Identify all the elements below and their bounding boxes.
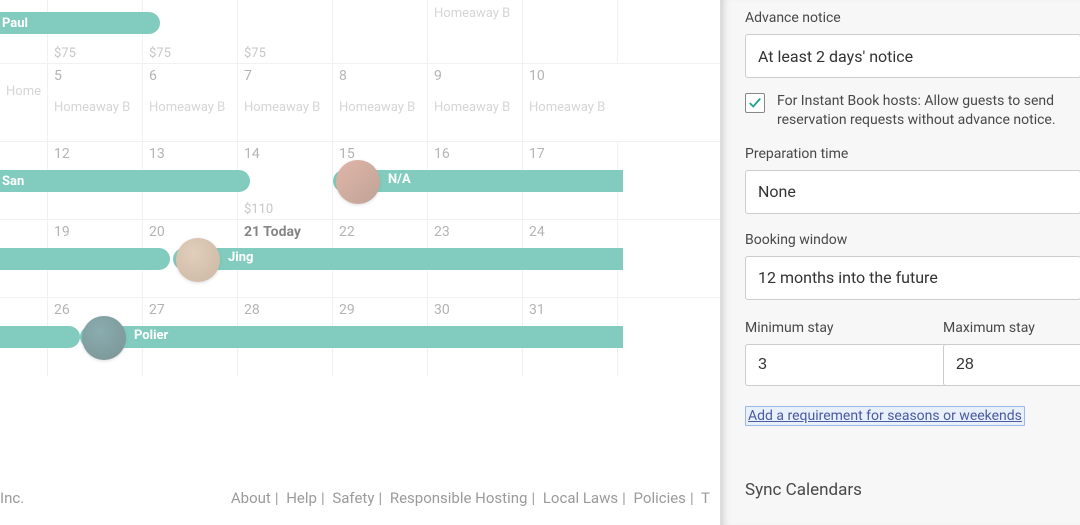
day-cell[interactable]: 5 Homeaway B bbox=[48, 64, 143, 141]
week-row-2: 12 13 14$110 15 16 17 San N/A bbox=[0, 142, 720, 220]
bar-label: Jing bbox=[228, 250, 253, 265]
day-cell[interactable]: 6 Homeaway B bbox=[143, 64, 238, 141]
day-number: 19 bbox=[54, 224, 70, 240]
instant-book-row: For Instant Book hosts: Allow guests to … bbox=[745, 92, 1080, 130]
homeaway-label: Homeaway B bbox=[6, 84, 41, 99]
booking-window-select[interactable]: 12 months into the future bbox=[745, 256, 1080, 300]
reservation-bar-left-2[interactable] bbox=[0, 326, 80, 348]
day-number: 6 bbox=[149, 68, 157, 84]
bar-label: Paul bbox=[2, 16, 28, 31]
day-number: 14 bbox=[244, 146, 260, 162]
advance-notice-select[interactable]: At least 2 days' notice bbox=[745, 34, 1080, 78]
prep-time-select[interactable]: None bbox=[745, 170, 1080, 214]
instant-book-text: For Instant Book hosts: Allow guests to … bbox=[777, 92, 1080, 130]
day-number: 16 bbox=[434, 146, 450, 162]
advance-notice-value: At least 2 days' notice bbox=[758, 47, 913, 66]
check-icon bbox=[748, 96, 762, 110]
footer-link-terms[interactable]: T bbox=[701, 489, 710, 507]
day-number: 27 bbox=[149, 302, 165, 318]
min-stay-label: Minimum stay bbox=[745, 320, 917, 336]
homeaway-label: Homeaway B bbox=[149, 100, 231, 115]
footer-links: About| Help| Safety| Responsible Hosting… bbox=[231, 489, 710, 507]
day-number: 26 bbox=[54, 302, 70, 318]
homeaway-label: Homeaway B bbox=[339, 100, 421, 115]
day-cell[interactable]: 9 Homeaway B bbox=[428, 64, 523, 141]
price: $75 bbox=[244, 46, 266, 61]
reservation-bar-san[interactable]: San bbox=[0, 170, 250, 192]
max-stay-label: Maximum stay bbox=[943, 320, 1080, 336]
add-requirement-link[interactable]: Add a requirement for seasons or weekend… bbox=[745, 406, 1025, 426]
price: $75 bbox=[54, 46, 76, 61]
homeaway-label: Homeaway B bbox=[434, 100, 516, 115]
stay-row: Minimum stay nights Maximum stay nig bbox=[745, 320, 1080, 386]
day-cell[interactable]: 14 $110 bbox=[238, 142, 333, 219]
week-row-1: Homeaway B 5 Homeaway B 6 Homeaway B 7 Home… bbox=[0, 64, 720, 142]
instant-book-checkbox[interactable] bbox=[745, 93, 765, 113]
homeaway-label: Homeaway B bbox=[434, 6, 516, 21]
day-number: 9 bbox=[434, 68, 442, 84]
day-number: 24 bbox=[529, 224, 545, 240]
price: $110 bbox=[244, 202, 273, 217]
settings-panel: Advance notice At least 2 days' notice F… bbox=[720, 0, 1080, 525]
advance-notice-label: Advance notice bbox=[745, 10, 1080, 26]
day-cell[interactable]: $75 bbox=[143, 0, 238, 63]
footer: Inc. About| Help| Safety| Responsible Ho… bbox=[0, 470, 720, 525]
day-number: 28 bbox=[244, 302, 260, 318]
day-number: 31 bbox=[529, 302, 545, 318]
footer-link-responsible-hosting[interactable]: Responsible Hosting bbox=[390, 489, 528, 507]
day-number: 8 bbox=[339, 68, 347, 84]
day-number: 13 bbox=[149, 146, 165, 162]
avatar-polier[interactable] bbox=[82, 316, 126, 360]
bar-label: Polier bbox=[134, 328, 168, 343]
day-cell[interactable]: 8 Homeaway B bbox=[333, 64, 428, 141]
avatar-jing[interactable] bbox=[176, 238, 220, 282]
sync-calendars-heading: Sync Calendars bbox=[745, 480, 1080, 500]
day-number: 29 bbox=[339, 302, 355, 318]
prep-time-label: Preparation time bbox=[745, 146, 1080, 162]
footer-link-help[interactable]: Help bbox=[286, 489, 317, 507]
bar-label: San bbox=[2, 174, 24, 189]
calendar-area: $75 $75 $75 Homeaway B Paul Homeaway B 5… bbox=[0, 0, 720, 525]
day-number-today: 21 Today bbox=[244, 224, 301, 240]
day-number: 22 bbox=[339, 224, 355, 240]
footer-link-local-laws[interactable]: Local Laws bbox=[543, 489, 618, 507]
homeaway-label: Homeaway B bbox=[54, 100, 136, 115]
homeaway-label: Homeaway B bbox=[244, 100, 326, 115]
homeaway-label: Homeaway B bbox=[529, 100, 612, 115]
footer-link-about[interactable]: About bbox=[231, 489, 271, 507]
footer-company: Inc. bbox=[0, 489, 24, 507]
day-cell[interactable]: 7 Homeaway B bbox=[238, 64, 333, 141]
week-row-0: $75 $75 $75 Homeaway B Paul bbox=[0, 0, 720, 64]
day-number: 17 bbox=[529, 146, 545, 162]
day-number: 5 bbox=[54, 68, 62, 84]
day-number: 20 bbox=[149, 224, 165, 240]
price: $75 bbox=[149, 46, 171, 61]
footer-link-policies[interactable]: Policies bbox=[634, 489, 686, 507]
week-row-4: 26 27 28 29 30 31 Polier bbox=[0, 298, 720, 376]
reservation-bar-left[interactable] bbox=[0, 248, 170, 270]
max-stay-input[interactable] bbox=[943, 344, 1080, 386]
day-cell[interactable] bbox=[523, 0, 618, 63]
prep-time-value: None bbox=[758, 182, 796, 201]
bar-label: N/A bbox=[388, 172, 411, 187]
day-number: 23 bbox=[434, 224, 450, 240]
day-cell[interactable]: Homeaway B bbox=[428, 0, 523, 63]
booking-window-label: Booking window bbox=[745, 232, 1080, 248]
day-cell[interactable] bbox=[333, 0, 428, 63]
day-cell[interactable]: $75 bbox=[238, 0, 333, 63]
footer-link-safety[interactable]: Safety bbox=[332, 489, 374, 507]
week-row-3: 19 20 21 Today 22 23 24 Jing bbox=[0, 220, 720, 298]
day-cell[interactable]: Homeaway B bbox=[0, 64, 48, 141]
day-number: 10 bbox=[529, 68, 545, 84]
booking-window-value: 12 months into the future bbox=[758, 268, 938, 287]
reservation-bar-paul[interactable]: Paul bbox=[0, 12, 160, 34]
day-number: 12 bbox=[54, 146, 70, 162]
day-cell[interactable]: 10 Homeaway B bbox=[523, 64, 618, 141]
day-number: 7 bbox=[244, 68, 252, 84]
day-number: 30 bbox=[434, 302, 450, 318]
avatar-na[interactable] bbox=[336, 160, 380, 204]
